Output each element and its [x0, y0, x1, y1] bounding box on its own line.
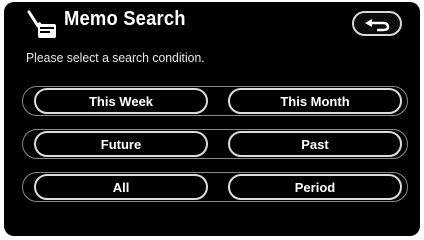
this-week-button[interactable]: This Week	[34, 88, 208, 114]
memo-search-screen: Memo Search Please select a search condi…	[4, 2, 420, 236]
page-title: Memo Search	[64, 8, 186, 30]
all-button[interactable]: All	[34, 174, 208, 200]
instruction-text: Please select a search condition.	[26, 50, 205, 65]
this-month-button[interactable]: This Month	[228, 88, 402, 114]
memo-search-icon	[27, 10, 56, 38]
return-arrow-icon	[365, 18, 390, 31]
past-button[interactable]: Past	[228, 131, 402, 157]
period-button[interactable]: Period	[228, 174, 402, 200]
future-button[interactable]: Future	[34, 131, 208, 157]
return-button[interactable]	[352, 11, 402, 36]
